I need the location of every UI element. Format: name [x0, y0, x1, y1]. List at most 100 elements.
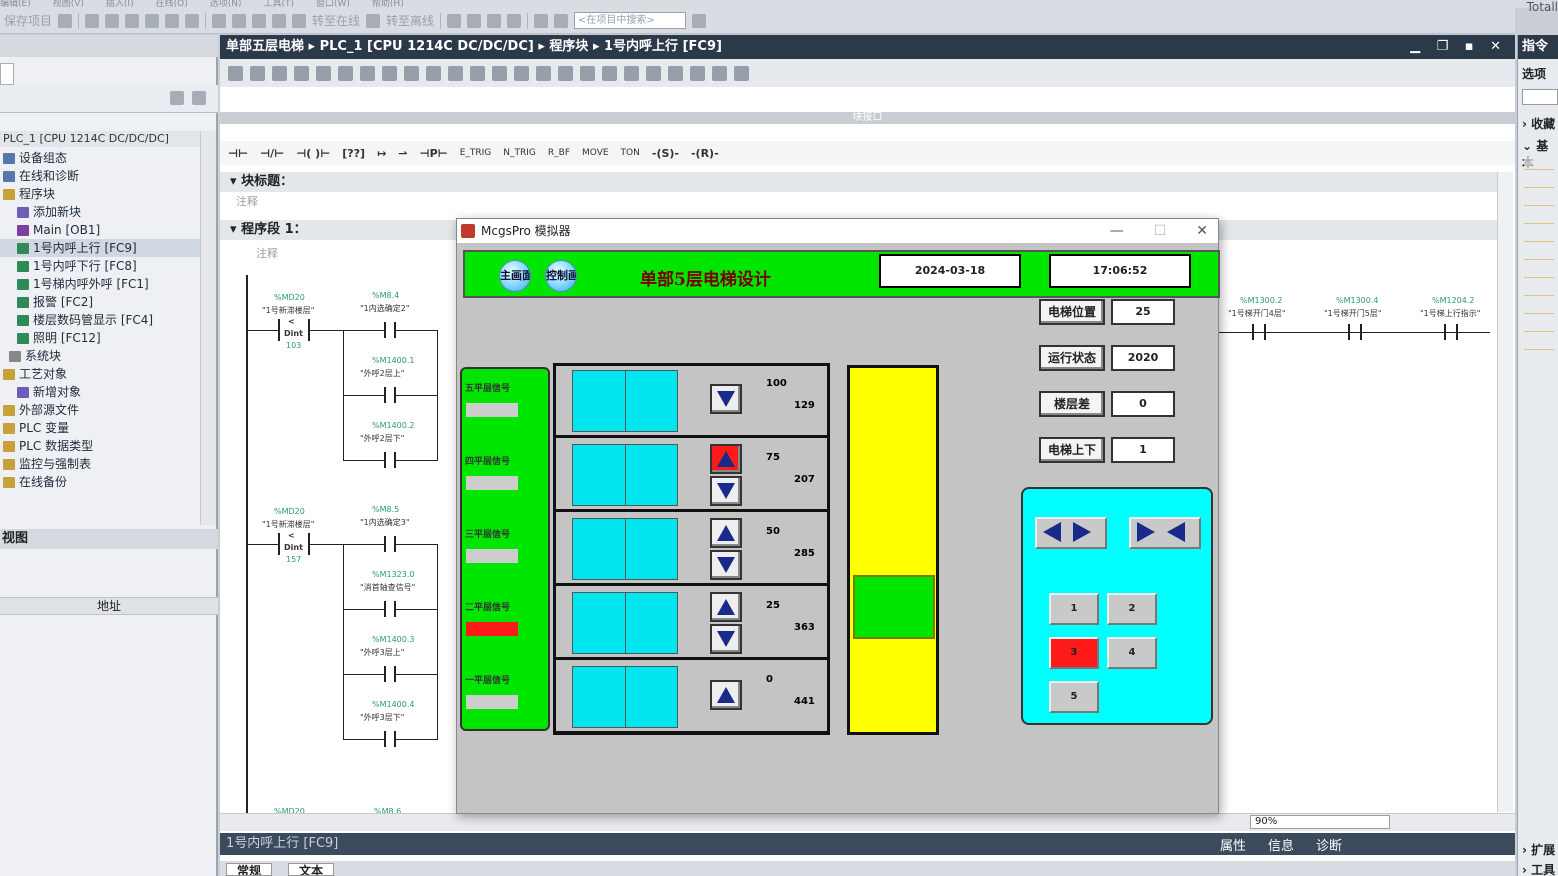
tree-item[interactable]: 监控与强制表: [0, 455, 200, 473]
start-cpu-icon[interactable]: [467, 13, 482, 28]
monitoring-on-icon[interactable]: [734, 65, 749, 81]
compare-icon[interactable]: [492, 65, 507, 81]
close-branch-icon[interactable]: ⇀: [398, 147, 407, 160]
hall-call-up-button[interactable]: [710, 518, 742, 548]
undo-icon[interactable]: [165, 13, 180, 28]
tree-item[interactable]: 楼层数码管显示 [FC4]: [0, 311, 200, 329]
breadcrumb-plc[interactable]: PLC_1 [CPU 1214C DC/DC/DC]: [320, 39, 534, 54]
tree-item[interactable]: 1号梯内呼外呼 [FC1]: [0, 275, 200, 293]
simulation-start-icon[interactable]: [292, 13, 307, 28]
tree-item[interactable]: 添加新块: [0, 203, 200, 221]
status-label[interactable]: 楼层差: [1039, 391, 1105, 417]
absolute-operand-icon[interactable]: [382, 65, 397, 81]
delete-network-icon[interactable]: [250, 65, 265, 81]
menu-tools[interactable]: 工具(T): [263, 0, 294, 8]
refresh-icon[interactable]: [558, 65, 573, 81]
instructions-search-input[interactable]: [1522, 89, 1558, 105]
tree-item[interactable]: 工艺对象: [0, 365, 200, 383]
back-icon[interactable]: [580, 65, 595, 81]
e-trig-button[interactable]: E_TRIG: [460, 148, 492, 158]
hall-call-up-button[interactable]: [710, 592, 742, 622]
cabin-floor-button[interactable]: 5: [1049, 681, 1099, 713]
nc-contact-icon[interactable]: ⊣/⊢: [260, 147, 284, 160]
cabin-floor-button[interactable]: 2: [1107, 593, 1157, 625]
tree-scrollbar[interactable]: [200, 131, 216, 525]
hall-call-up-button[interactable]: [710, 680, 742, 710]
coil-icon[interactable]: ⊣( )⊢: [296, 147, 330, 160]
insert-branch-icon[interactable]: [272, 65, 287, 81]
minimize-icon[interactable]: —: [1110, 219, 1124, 243]
tree-item[interactable]: 在线和诊断: [0, 167, 200, 185]
copy-icon[interactable]: [105, 13, 120, 28]
hall-call-down-button[interactable]: [710, 476, 742, 506]
tab-texts[interactable]: 文本: [288, 863, 335, 876]
hall-call-down-button[interactable]: [710, 550, 742, 580]
menu-online[interactable]: 在线(O): [156, 0, 188, 8]
watch-icon[interactable]: [624, 65, 639, 81]
project-search-input[interactable]: <在项目中搜索>: [574, 12, 687, 29]
maximize-icon[interactable]: ☐: [1154, 219, 1167, 243]
favorites-icon[interactable]: [426, 65, 441, 81]
search-icon[interactable]: [692, 13, 707, 28]
network-comment[interactable]: 注释: [256, 245, 278, 261]
stop-cpu-icon[interactable]: [487, 13, 502, 28]
hall-call-up-button[interactable]: [710, 444, 742, 474]
menu-view[interactable]: 视图(V): [53, 0, 84, 8]
empty-box-icon[interactable]: [??]: [342, 147, 365, 160]
goto-icon[interactable]: [316, 65, 331, 81]
breadcrumb-project[interactable]: 单部五层电梯: [226, 39, 304, 54]
accessible-devices-icon[interactable]: [447, 13, 462, 28]
redo-icon[interactable]: [185, 13, 200, 28]
extended-instructions-section[interactable]: › 扩展: [1518, 841, 1558, 858]
r-bf-button[interactable]: R_BF: [548, 148, 570, 158]
status-label[interactable]: 运行状态: [1039, 345, 1105, 371]
main-screen-button[interactable]: 主画面: [499, 260, 531, 292]
cut-icon[interactable]: [85, 13, 100, 28]
forward-icon[interactable]: [602, 65, 617, 81]
reset-coil-icon[interactable]: -(R)-: [691, 147, 719, 160]
block-interface-bar[interactable]: 块接口: [220, 112, 1515, 124]
tree-item[interactable]: 报警 [FC2]: [0, 293, 200, 311]
view-options-icon[interactable]: [192, 91, 206, 105]
tab-general[interactable]: 常规: [226, 863, 273, 876]
tools-section[interactable]: › 工具: [1518, 861, 1558, 876]
zoom-select[interactable]: 90%: [1250, 815, 1390, 829]
delete-icon[interactable]: [145, 13, 160, 28]
tree-item[interactable]: Main [OB1]: [0, 221, 200, 239]
glasses-icon[interactable]: [712, 65, 727, 81]
move-button[interactable]: MOVE: [582, 148, 609, 158]
status-label[interactable]: 电梯位置: [1039, 299, 1105, 325]
options-label[interactable]: 选项: [1518, 65, 1558, 82]
view-toggle-icon[interactable]: [170, 91, 184, 105]
favorites-section[interactable]: › 收藏: [1518, 115, 1558, 132]
tree-item[interactable]: 程序块: [0, 185, 200, 203]
navigation-icon[interactable]: [668, 65, 683, 81]
split-vertical-icon[interactable]: [554, 13, 569, 28]
menu-edit[interactable]: 编辑(E): [0, 0, 31, 8]
tab-diagnostics[interactable]: 诊断: [1316, 835, 1342, 854]
tree-item[interactable]: PLC 变量: [0, 419, 200, 437]
hall-call-down-button[interactable]: [710, 624, 742, 654]
address-column-header[interactable]: 地址: [0, 597, 218, 615]
insert-network-icon[interactable]: [228, 65, 243, 81]
close-icon[interactable]: [507, 13, 522, 28]
properties-icon[interactable]: [536, 65, 551, 81]
simulation-icon[interactable]: [272, 13, 287, 28]
menu-options[interactable]: 选项(N): [210, 0, 242, 8]
block-title[interactable]: ▾ 块标题：: [220, 172, 1500, 192]
bookmark-icon[interactable]: [690, 65, 705, 81]
tree-item[interactable]: 照明 [FC12]: [0, 329, 200, 347]
close-icon[interactable]: ✕: [1196, 219, 1208, 243]
split-horizontal-icon[interactable]: [534, 13, 549, 28]
comment-icon[interactable]: [404, 65, 419, 81]
download-block-icon[interactable]: [646, 65, 661, 81]
tree-item[interactable]: 设备组态: [0, 149, 200, 167]
monitor-icon[interactable]: [448, 65, 463, 81]
open-branch-icon[interactable]: ↦: [377, 147, 386, 160]
tree-item[interactable]: 系统块: [0, 347, 200, 365]
cabin-floor-button[interactable]: 1: [1049, 593, 1099, 625]
status-label[interactable]: 电梯上下: [1039, 437, 1105, 463]
expand-all-icon[interactable]: [338, 65, 353, 81]
editor-window-controls[interactable]: ▁ ❐ ▪ ✕: [1410, 35, 1507, 59]
menu-window[interactable]: 窗口(W): [316, 0, 350, 8]
